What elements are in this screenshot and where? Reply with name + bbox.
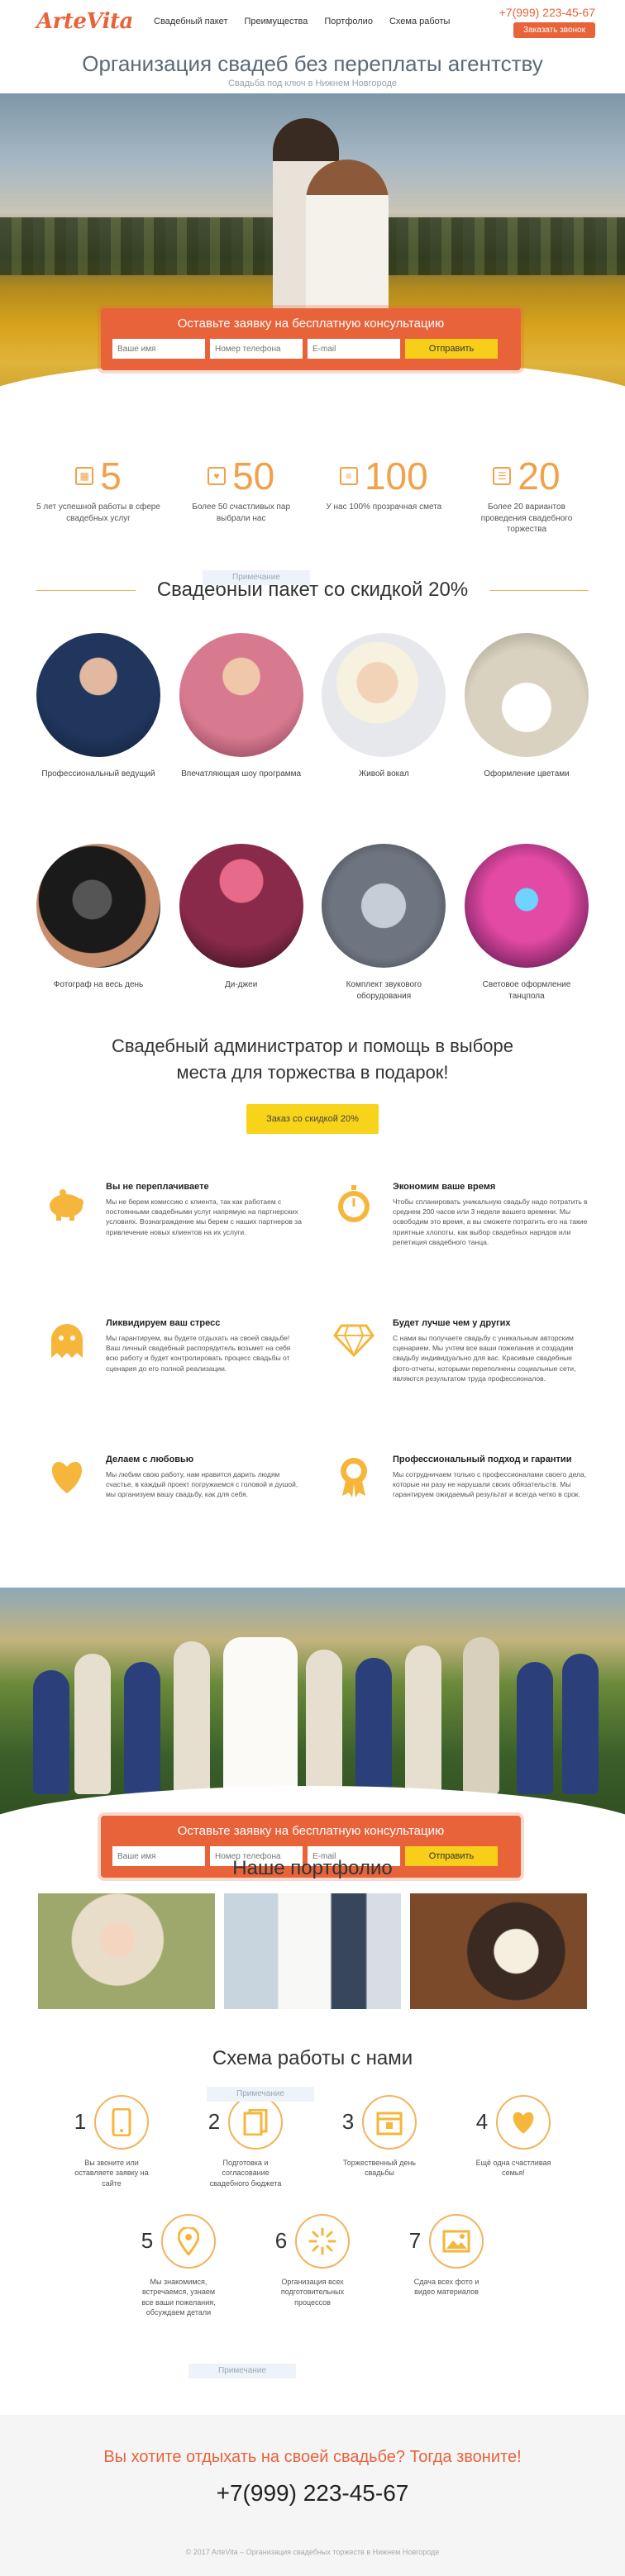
diamond-icon	[332, 1318, 376, 1363]
heart-icon	[45, 1455, 89, 1499]
wedding-party-photo	[0, 1587, 625, 1827]
package-item: Оформление цветами	[464, 632, 589, 780]
phone-input[interactable]	[210, 339, 303, 359]
benefit-item: Вы не переплачиваете Мы не берем комисси…	[45, 1182, 302, 1318]
logo[interactable]: ArteVita	[36, 9, 136, 34]
scheme-step: 2 Подготовка и согласование свадебного б…	[198, 2094, 293, 2189]
documents-icon	[228, 2094, 284, 2150]
form-title: Оставьте заявку на бесплатную консультац…	[177, 1824, 445, 1838]
benefit-item: Будет лучше чем у других С нами вы получ…	[332, 1318, 589, 1455]
page: ArteVita Свадебный пакет Преимущества По…	[0, 0, 625, 2576]
copyright: © 2017 ArteVita – Организация свадебных …	[185, 2548, 440, 2556]
email-input[interactable]	[308, 339, 400, 359]
scheme-step: 5 Мы знакомимся, встречаемся, узнаем все…	[131, 2213, 227, 2318]
medal-icon	[332, 1455, 376, 1499]
submit-button[interactable]: Отправить	[405, 339, 498, 359]
stats: ▦ 5 5 лет успешной работы в сфере свадебн…	[0, 457, 625, 536]
scheme-title: Схема работы с нами	[212, 2046, 413, 2069]
package-row-2: Фотограф на весь день Ди-джеи Комплект з…	[0, 844, 625, 1002]
nav-item-scheme[interactable]: Схема работы	[389, 17, 451, 26]
package-title: Свадебный пакет со скидкой 20%	[0, 579, 625, 602]
nav-item-benefits[interactable]: Преимущества	[244, 17, 308, 26]
package-row-1: Профессиональный ведущий Впечатляющая шо…	[0, 632, 625, 780]
note-bar: Примечание	[188, 2364, 296, 2378]
note-bar: Примечание	[203, 570, 310, 585]
photographer-photo	[36, 844, 160, 968]
portfolio-title: Наше портфолио	[232, 1856, 393, 1879]
map-pin-icon	[161, 2213, 217, 2269]
package-item: Профессиональный ведущий	[36, 632, 160, 780]
gift-text: Свадебный администратор и помощь в выбор…	[112, 1036, 513, 1083]
benefit-item: Делаем с любовью Мы любим свою работу, н…	[45, 1455, 302, 1591]
light-photo	[464, 844, 589, 968]
calendar-icon: ▦	[75, 467, 94, 485]
hero-subtitle: Свадьба под ключ в Нижнем Новгороде	[227, 79, 398, 88]
show-photo	[179, 632, 303, 757]
portfolio-image[interactable]	[38, 1893, 215, 2009]
ghost-icon	[45, 1318, 89, 1363]
scheme-step: 7 Сдача всех фото и видео материалов	[398, 2213, 494, 2318]
nav-item-package[interactable]: Свадебный пакет	[154, 17, 227, 26]
footer: Вы хотите отдыхать на своей свадьбе? Тог…	[0, 2415, 625, 2576]
vocal-photo	[322, 632, 446, 757]
spinner-icon	[295, 2213, 351, 2269]
package-item: Ди-джеи	[179, 844, 303, 1002]
piggy-bank-icon	[45, 1182, 89, 1226]
benefits: Вы не переплачиваете Мы не берем комисси…	[0, 1182, 625, 1591]
host-photo	[36, 632, 160, 757]
hearts-icon: ♥	[208, 467, 227, 485]
scheme-steps-row-2: 5 Мы знакомимся, встречаемся, узнаем все…	[0, 2213, 625, 2318]
stat-years: ▦ 5 5 лет успешной работы в сфере свадебн…	[36, 455, 160, 523]
footer-question: Вы хотите отдыхать на своей свадьбе? Тог…	[103, 2448, 522, 2466]
name-input[interactable]	[112, 339, 205, 359]
scheme-steps-row-1: 1 Вы звоните или оставляете заявку на са…	[0, 2094, 625, 2189]
note-bar: Примечание	[207, 2087, 314, 2102]
document-icon: ≡	[339, 467, 358, 485]
stat-variants: ☰ 20 Более 20 вариантов проведения свадеб…	[480, 455, 573, 534]
footer-phone[interactable]: +7(999) 223-45-67	[0, 2480, 625, 2507]
benefit-item: Экономим ваше время Чтобы спланировать у…	[332, 1182, 589, 1318]
scheme-step: 6 Организация всех подготовительных проц…	[265, 2213, 360, 2318]
list-icon: ☰	[493, 467, 512, 485]
call-button[interactable]: Заказать звонок	[513, 21, 595, 38]
main-nav: Свадебный пакет Преимущества Портфолио С…	[154, 17, 499, 26]
package-item: Фотограф на весь день	[36, 844, 160, 1002]
scheme-step: 3 Торжественный день свадьбы	[332, 2094, 427, 2189]
portfolio-image[interactable]	[224, 1893, 401, 2009]
benefit-item: Профессиональный подход и гарантии Мы со…	[332, 1455, 589, 1591]
sound-photo	[322, 844, 446, 968]
image-icon	[429, 2213, 484, 2269]
stopwatch-icon	[332, 1182, 376, 1226]
portfolio-image[interactable]	[410, 1893, 587, 2009]
nav-item-portfolio[interactable]: Портфолио	[324, 17, 373, 26]
header-phone[interactable]: +7(999) 223-45-67	[499, 6, 595, 19]
flowers-photo	[464, 632, 589, 757]
dj-photo	[179, 844, 303, 968]
portfolio-gallery	[0, 1893, 625, 2009]
package-item: Световое оформление танцпола	[464, 844, 589, 1002]
package-item: Комплект звукового оборудования	[322, 844, 446, 1002]
header: ArteVita Свадебный пакет Преимущества По…	[0, 0, 625, 43]
phone-icon	[94, 2094, 150, 2150]
scheme-step: 4 Ещё одна счастливая семья!	[465, 2094, 561, 2189]
stat-couples: ♥ 50 Более 50 счастливых пар выбрали нас	[192, 455, 291, 523]
form-title: Оставьте заявку на бесплатную консультац…	[177, 317, 445, 331]
calendar-icon	[362, 2094, 417, 2150]
package-item: Живой вокал	[322, 632, 446, 780]
stat-estimate: ≡ 100 У нас 100% прозрачная смета	[326, 455, 442, 512]
consult-form-top: Оставьте заявку на бесплатную консультац…	[101, 308, 521, 370]
heart-icon	[496, 2094, 551, 2150]
package-item: Впечатляющая шоу программа	[179, 632, 303, 780]
discount-order-button[interactable]: Заказ со скидкой 20%	[246, 1103, 379, 1134]
benefit-item: Ликвидируем ваш стресс Мы гарантируем, в…	[45, 1318, 302, 1455]
scheme-step: 1 Вы звоните или оставляете заявку на са…	[64, 2094, 160, 2189]
hero-title: Организация свадеб без переплаты агентст…	[82, 51, 543, 76]
header-contact: +7(999) 223-45-67 Заказать звонок	[499, 6, 595, 38]
